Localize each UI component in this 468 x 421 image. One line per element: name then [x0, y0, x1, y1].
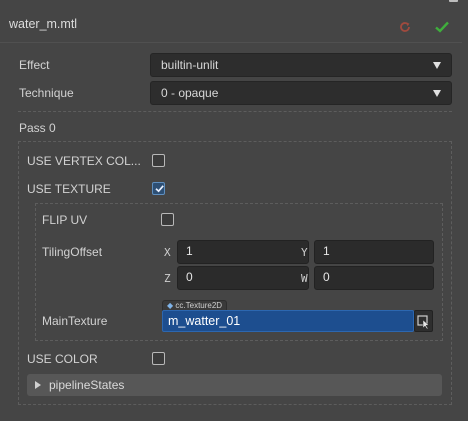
use-texture-label: USE TEXTURE — [27, 182, 111, 196]
flip-uv-label: FLIP UV — [42, 213, 88, 227]
use-vertex-color-checkbox[interactable] — [152, 154, 165, 167]
pass-title: Pass 0 — [19, 121, 56, 135]
main-texture-field[interactable]: m_watter_01 — [162, 310, 414, 332]
use-color-label: USE COLOR — [27, 352, 98, 366]
tiling-x-input[interactable]: 1 — [177, 240, 309, 264]
window-corner-mark — [449, 0, 458, 2]
technique-select-value: 0 - opaque — [161, 86, 219, 100]
tiling-z-axis-label: Z — [164, 272, 171, 285]
technique-label: Technique — [19, 86, 74, 100]
apply-check-icon[interactable] — [434, 20, 450, 34]
tiling-y-axis-label: Y — [301, 246, 308, 259]
section-divider — [18, 111, 452, 112]
effect-select[interactable]: builtin-unlit — [150, 53, 452, 77]
check-icon — [155, 185, 164, 193]
use-vertex-color-label: USE VERTEX COL... — [27, 154, 141, 168]
tiling-x-axis-label: X — [164, 246, 171, 259]
tiling-z-input[interactable]: 0 — [177, 266, 309, 290]
technique-select[interactable]: 0 - opaque — [150, 81, 452, 105]
header-divider — [0, 42, 462, 43]
tiling-w-axis-label: W — [301, 272, 308, 285]
pipeline-states-label: pipelineStates — [49, 378, 125, 392]
chevron-down-icon — [433, 62, 441, 69]
effect-label: Effect — [19, 58, 50, 72]
revert-icon[interactable] — [398, 20, 412, 34]
tiling-y-input[interactable]: 1 — [314, 240, 434, 264]
asset-type-label: cc.Texture2D — [175, 301, 223, 310]
flip-uv-checkbox[interactable] — [161, 213, 174, 226]
effect-select-value: builtin-unlit — [161, 58, 219, 72]
locate-cursor-icon — [417, 315, 430, 330]
main-texture-label: MainTexture — [42, 314, 108, 328]
asset-locate-button[interactable] — [414, 310, 433, 332]
tiling-w-input[interactable]: 0 — [314, 266, 434, 290]
pipeline-states-foldout[interactable]: pipelineStates — [27, 374, 442, 396]
chevron-down-icon — [433, 90, 441, 97]
texture-type-icon: ◆ — [167, 301, 174, 310]
tiling-offset-label: TilingOffset — [42, 245, 103, 259]
use-texture-checkbox[interactable] — [152, 182, 165, 195]
use-color-checkbox[interactable] — [152, 352, 165, 365]
asset-title: water_m.mtl — [9, 17, 78, 31]
caret-right-icon — [35, 381, 41, 389]
